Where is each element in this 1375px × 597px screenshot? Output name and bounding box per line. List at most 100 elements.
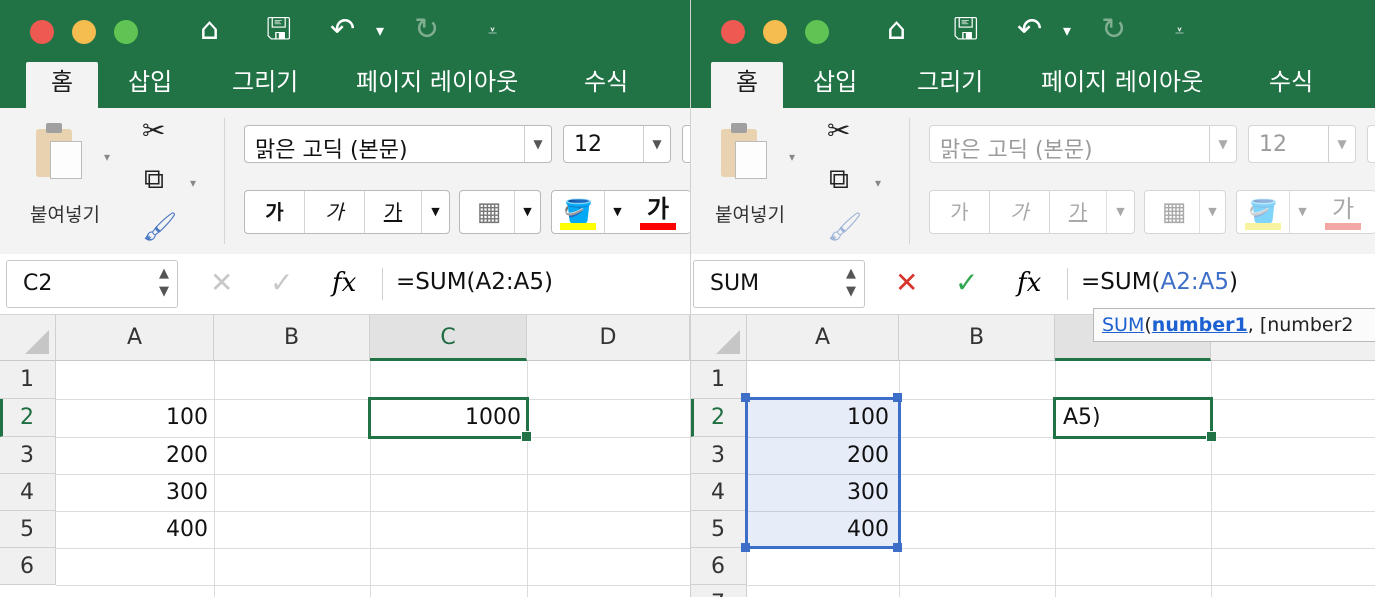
copy-icon[interactable]: ⧉ [829,164,849,194]
font-style-group: 가 가 가 ▼ [244,190,450,234]
name-box-spinner-icon[interactable]: ▲ ▼ [846,265,856,301]
bold-button[interactable]: 가 [245,191,305,233]
font-name-select[interactable]: 맑은 고딕 (본문) ▼ [244,125,552,163]
tab-insert[interactable]: 삽입 [128,62,172,108]
function-argument-tooltip: SUM(number1, [number2 [1093,308,1375,342]
select-all-button[interactable] [0,315,56,361]
tab-formulas[interactable]: 수식 [1269,62,1313,108]
row-header-1[interactable]: 1 [691,361,747,399]
fill-color-dropdown-icon[interactable]: ▼ [604,191,630,233]
home-icon[interactable]: ⌂ [200,10,219,50]
name-box[interactable]: SUM ▲ ▼ [693,260,865,308]
tab-formulas[interactable]: 수식 [584,62,628,108]
column-header-a[interactable]: A [56,315,214,361]
chevron-down-icon[interactable]: ▼ [524,126,551,162]
worksheet-grid[interactable]: A B 1 2 3 4 5 6 7 100 200 300 400 A5) SU… [691,308,1375,597]
customize-toolbar-icon[interactable]: ⩡ [1175,21,1184,41]
tab-page-layout[interactable]: 페이지 레이아웃 [1041,62,1203,108]
tooltip-argument-link[interactable]: number1 [1152,314,1248,336]
formula-input[interactable]: =SUM(A2:A5) [1081,269,1238,295]
close-window-button[interactable] [30,20,54,44]
paste-dropdown-icon[interactable]: ▾ [104,150,110,164]
cell-a4[interactable]: 300 [56,474,214,511]
font-size-select[interactable]: 12 ▼ [563,125,671,163]
save-icon[interactable]: 🖫 [953,10,979,50]
copy-dropdown-icon[interactable]: ▾ [190,176,196,190]
fill-handle[interactable] [521,431,532,442]
tab-draw[interactable]: 그리기 [917,62,983,108]
grow-font-button[interactable] [682,125,690,163]
name-box-spinner-icon[interactable]: ▲ ▼ [159,265,169,301]
name-box[interactable]: C2 ▲ ▼ [6,260,178,308]
row-header-4[interactable]: 4 [691,474,747,511]
row-header-2[interactable]: 2 [0,399,56,437]
underline-button[interactable]: 가 [365,191,421,233]
cell-a2[interactable]: 100 [56,399,214,437]
home-icon[interactable]: ⌂ [887,10,906,50]
customize-toolbar-icon[interactable]: ⩡ [488,21,497,41]
row-header-6[interactable]: 6 [691,548,747,585]
copy-icon[interactable]: ⧉ [144,164,164,194]
tab-draw[interactable]: 그리기 [232,62,298,108]
close-window-button[interactable] [721,20,745,44]
cell-a5[interactable]: 400 [56,511,214,548]
row-header-3[interactable]: 3 [691,437,747,474]
insert-function-icon[interactable]: fx [332,268,356,298]
row-header-2[interactable]: 2 [691,399,747,437]
row-header-3[interactable]: 3 [0,437,56,474]
copy-dropdown-icon[interactable]: ▾ [875,176,881,190]
worksheet-grid[interactable]: A B C D 1 2 3 4 5 6 100 200 300 400 1000 [0,315,690,597]
undo-icon[interactable]: ↶ [1017,10,1042,50]
undo-dropdown-icon[interactable]: ▾ [376,21,384,41]
cut-icon[interactable]: ✂ [142,116,165,146]
fill-handle[interactable] [1206,431,1217,442]
insert-function-icon[interactable]: fx [1017,268,1041,298]
tab-insert[interactable]: 삽입 [813,62,857,108]
minimize-window-button[interactable] [72,20,96,44]
borders-icon: ▦ [476,197,502,227]
minimize-window-button[interactable] [763,20,787,44]
tab-page-layout[interactable]: 페이지 레이아웃 [356,62,518,108]
undo-icon[interactable]: ↶ [330,10,355,50]
chevron-down-icon[interactable]: ▼ [643,126,670,162]
row-header-1[interactable]: 1 [0,361,56,399]
cell-a2[interactable]: 100 [747,399,899,437]
column-header-b[interactable]: B [214,315,370,361]
row-header-5[interactable]: 5 [0,511,56,548]
paste-icon[interactable] [36,123,82,179]
column-header-a[interactable]: A [747,315,899,361]
cut-icon[interactable]: ✂ [827,116,850,146]
cell-a3[interactable]: 200 [747,437,899,474]
formula-bar: C2 ▲ ▼ ✕ ✓ fx =SUM(A2:A5) [0,254,690,315]
tab-home[interactable]: 홈 [711,62,783,108]
column-header-b[interactable]: B [899,315,1055,361]
tooltip-function-link[interactable]: SUM [1102,314,1144,336]
row-header-6[interactable]: 6 [0,548,56,585]
undo-dropdown-icon[interactable]: ▾ [1063,21,1071,41]
enter-icon[interactable]: ✓ [955,268,978,298]
column-header-c[interactable]: C [370,315,527,361]
italic-button[interactable]: 가 [305,191,365,233]
borders-dropdown-icon[interactable]: ▼ [514,191,540,233]
borders-button[interactable]: ▦ ▼ [459,190,541,234]
row-header-4[interactable]: 4 [0,474,56,511]
save-icon[interactable]: 🖫 [266,10,292,50]
select-all-button[interactable] [691,315,747,361]
cell-a5[interactable]: 400 [747,511,899,548]
row-header-7[interactable]: 7 [691,585,747,597]
enter-icon: ✓ [270,266,294,299]
zoom-window-button[interactable] [114,20,138,44]
cancel-icon[interactable]: ✕ [895,268,918,298]
tab-home[interactable]: 홈 [26,62,98,108]
row-header-5[interactable]: 5 [691,511,747,548]
borders-dropdown-icon: ▼ [1199,191,1225,233]
excel-window-right: ⌂ 🖫 ↶ ▾ ↻ ⩡ 홈 삽입 그리기 페이지 레이아웃 수식 ▾ 붙여넣기 … [690,0,1375,597]
cell-a4[interactable]: 300 [747,474,899,511]
zoom-window-button[interactable] [805,20,829,44]
format-painter-icon[interactable]: 🖌 [142,212,178,242]
fill-color-swatch [1245,223,1281,230]
formula-input[interactable]: =SUM(A2:A5) [396,269,553,295]
column-header-d[interactable]: D [527,315,690,361]
underline-dropdown-icon[interactable]: ▼ [421,191,449,233]
cell-a3[interactable]: 200 [56,437,214,474]
